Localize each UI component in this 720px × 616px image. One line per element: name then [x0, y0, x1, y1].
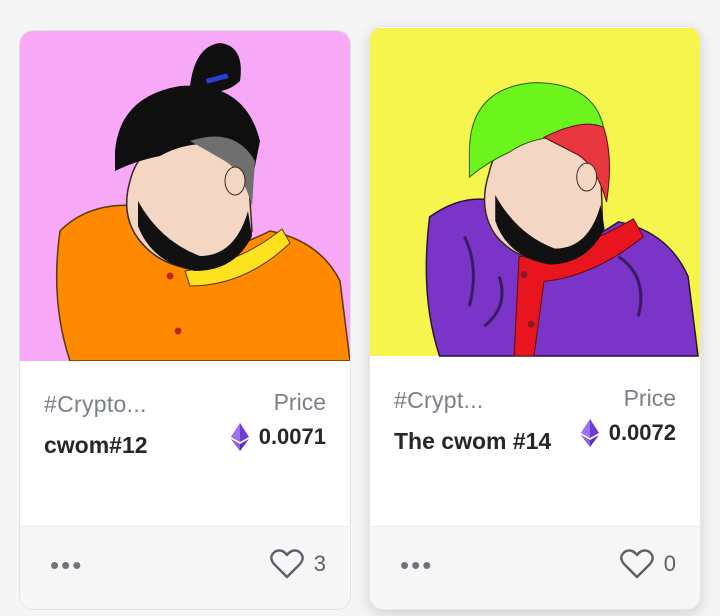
card-info: #Crypto... cwom#12 Price 0.0071 [20, 361, 350, 529]
ethereum-icon [230, 423, 249, 451]
price-value: 0.0071 [258, 424, 326, 449]
like-button[interactable]: 3 [269, 549, 326, 579]
card-info: #Crypt... The cwom #14 Price 0.0072 [370, 357, 700, 525]
like-count: 3 [313, 551, 326, 576]
card-footer: ••• 3 [20, 526, 350, 609]
price-label: Price [623, 385, 676, 411]
like-button[interactable]: 0 [619, 549, 676, 579]
collection-name[interactable]: #Crypto... [44, 391, 147, 418]
nft-artwork [370, 27, 700, 357]
nft-image[interactable] [370, 27, 700, 357]
like-count: 0 [663, 551, 676, 576]
nft-card[interactable]: #Crypto... cwom#12 Price 0.0071 ••• 3 [19, 30, 351, 610]
heart-icon[interactable] [269, 549, 304, 579]
nft-image[interactable] [20, 31, 350, 361]
price-value-row: 0.0072 [580, 419, 676, 447]
price-value: 0.0072 [608, 420, 676, 445]
more-options-button[interactable]: ••• [400, 552, 433, 578]
nft-name[interactable]: The cwom #14 [394, 423, 554, 459]
card-footer: ••• 0 [370, 526, 700, 609]
heart-icon[interactable] [619, 549, 654, 579]
more-options-button[interactable]: ••• [50, 552, 83, 578]
price-value-row: 0.0071 [230, 423, 326, 451]
collection-name[interactable]: #Crypt... [394, 387, 484, 414]
ethereum-icon [580, 419, 599, 447]
price-label: Price [273, 389, 326, 415]
nft-name[interactable]: cwom#12 [44, 427, 204, 463]
nft-artwork [20, 31, 350, 361]
nft-card[interactable]: #Crypt... The cwom #14 Price 0.0072 ••• … [369, 26, 701, 610]
